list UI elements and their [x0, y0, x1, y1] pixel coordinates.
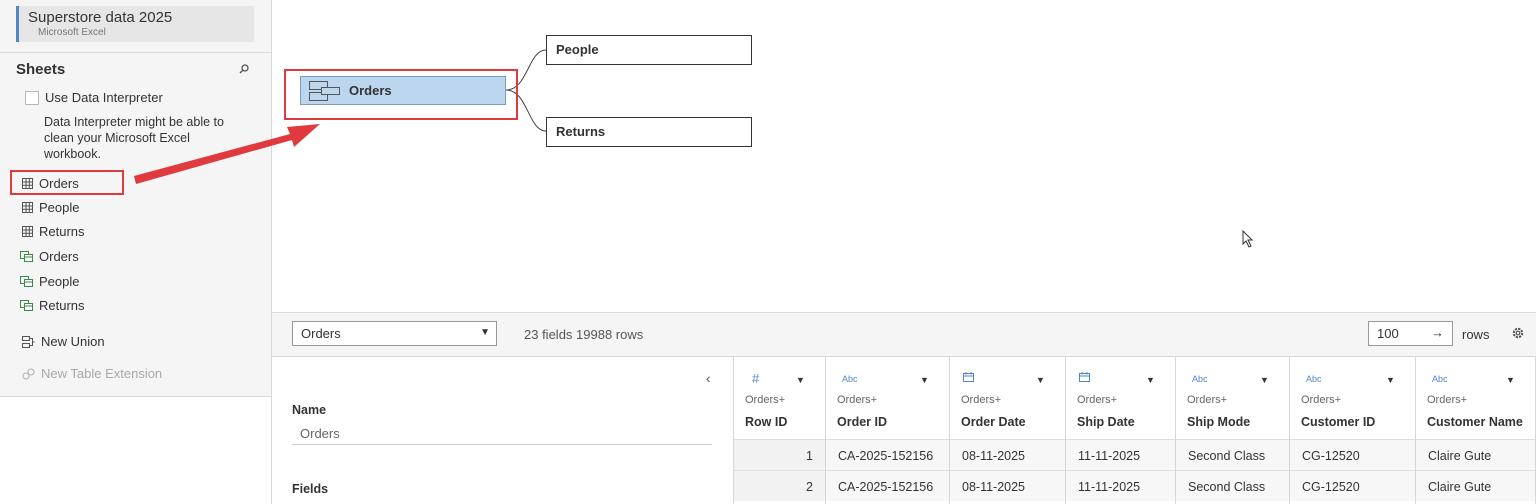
column-header[interactable]: ▼ Orders+ Order Date: [950, 357, 1065, 439]
table-cell: 1: [734, 439, 825, 470]
collapse-pane-icon[interactable]: ‹: [706, 370, 711, 386]
field-row-count: 23 fields 19988 rows: [524, 327, 644, 342]
table-cell: Second Class: [1176, 470, 1289, 501]
table-cell: CA-2025-152156: [826, 439, 949, 470]
table-cell: Second Class: [1176, 439, 1289, 470]
calendar-icon[interactable]: [963, 372, 974, 384]
mouse-cursor-icon: [1242, 230, 1254, 248]
column-name: Ship Mode: [1187, 415, 1251, 429]
rows-input[interactable]: 100 →: [1368, 321, 1453, 346]
table-cell: 11-11-2025: [1066, 439, 1175, 470]
column-source: Orders+: [1187, 394, 1228, 406]
arrow-right-icon[interactable]: →: [1431, 325, 1444, 340]
new-table-extension-label: New Table Extension: [41, 366, 163, 381]
divider: [292, 444, 712, 445]
rows-label: rows: [1462, 327, 1490, 342]
data-toolbar: Orders ▼ 23 fields 19988 rows 100 → rows: [272, 312, 1536, 357]
column-menu-icon[interactable]: ▼: [920, 375, 929, 385]
grid-border: [733, 357, 734, 504]
table-cell: 2: [734, 470, 825, 501]
column-header[interactable]: Abc ▼ Orders+ Customer Name: [1416, 357, 1535, 439]
column-name: Customer ID: [1301, 415, 1376, 429]
grid-column[interactable]: ▼ Orders+ Order Date 08-11-2025 08-11-2025: [950, 357, 1066, 504]
string-type-icon[interactable]: Abc: [842, 374, 858, 384]
table-extension-icon: [22, 368, 35, 379]
chevron-down-icon: ▼: [480, 327, 490, 338]
column-source: Orders+: [1077, 394, 1118, 406]
table-cell: Claire Gute: [1416, 439, 1535, 470]
sidebar-footer: [0, 396, 271, 504]
column-menu-icon[interactable]: ▼: [1146, 375, 1155, 385]
column-menu-icon[interactable]: ▼: [1386, 375, 1395, 385]
column-source: Orders+: [1301, 394, 1342, 406]
column-name: Customer Name: [1427, 415, 1523, 429]
canvas-table-returns[interactable]: Returns: [546, 117, 752, 147]
column-source: Orders+: [961, 394, 1002, 406]
canvas-table-label: Orders: [349, 83, 392, 98]
column-header[interactable]: Abc ▼ Orders+ Ship Mode: [1176, 357, 1289, 439]
table-cell: CG-12520: [1290, 470, 1415, 501]
string-type-icon[interactable]: Abc: [1432, 374, 1448, 384]
string-type-icon[interactable]: Abc: [1192, 374, 1208, 384]
table-cell: 08-11-2025: [950, 439, 1065, 470]
logical-table-icon: [309, 80, 340, 101]
grid-column[interactable]: Abc ▼ Orders+ Order ID CA-2025-152156 CA-2025…: [826, 357, 950, 504]
grid-column[interactable]: Abc ▼ Orders+ Ship Mode Second Class Second C…: [1176, 357, 1290, 504]
canvas-table-label: Returns: [556, 124, 606, 139]
table-cell: 11-11-2025: [1066, 470, 1175, 501]
column-name: Order Date: [961, 415, 1026, 429]
column-source: Orders+: [837, 394, 878, 406]
table-cell: CG-12520: [1290, 439, 1415, 470]
column-source: Orders+: [745, 394, 786, 406]
canvas-table-label: People: [556, 42, 599, 57]
grid-column[interactable]: # ▼ Orders+ Row ID 1 2: [734, 357, 826, 504]
column-name: Order ID: [837, 415, 888, 429]
table-cell: Claire Gute: [1416, 470, 1535, 501]
name-label: Name: [292, 403, 327, 417]
grid-column[interactable]: Abc ▼ Orders+ Customer ID CG-12520 CG-12520: [1290, 357, 1416, 504]
rows-input-value: 100: [1377, 326, 1399, 341]
column-menu-icon[interactable]: ▼: [796, 375, 805, 385]
number-type-icon[interactable]: #: [752, 371, 759, 386]
table-cell: CA-2025-152156: [826, 470, 949, 501]
column-menu-icon[interactable]: ▼: [1036, 375, 1045, 385]
relationship-lines: [134, 49, 547, 184]
column-source: Orders+: [1427, 394, 1468, 406]
column-menu-icon[interactable]: ▼: [1506, 375, 1515, 385]
data-grid: # ▼ Orders+ Row ID 1 2 Abc ▼ Orders+ Order ID CA-2…: [734, 357, 1536, 504]
canvas-table-people[interactable]: People: [546, 35, 752, 65]
grid-column[interactable]: ▼ Orders+ Ship Date 11-11-2025 11-11-2025: [1066, 357, 1176, 504]
new-union-button[interactable]: New Union: [22, 334, 105, 349]
table-select[interactable]: Orders ▼: [292, 321, 497, 346]
union-icon: [22, 335, 35, 348]
column-header[interactable]: ▼ Orders+ Ship Date: [1066, 357, 1175, 439]
table-cell: 08-11-2025: [950, 470, 1065, 501]
column-name: Ship Date: [1077, 415, 1135, 429]
column-menu-icon[interactable]: ▼: [1260, 375, 1269, 385]
grid-column[interactable]: Abc ▼ Orders+ Customer Name Claire Gute Clair…: [1416, 357, 1536, 504]
fields-label: Fields: [292, 482, 329, 496]
string-type-icon[interactable]: Abc: [1306, 374, 1322, 384]
name-input[interactable]: Orders: [300, 426, 340, 441]
column-header[interactable]: # ▼ Orders+ Row ID: [734, 357, 825, 439]
canvas-table-orders[interactable]: Orders: [300, 76, 506, 105]
annotation-arrow: [134, 124, 320, 184]
column-header[interactable]: Abc ▼ Orders+ Customer ID: [1290, 357, 1415, 439]
column-name: Row ID: [745, 415, 788, 429]
new-union-label: New Union: [41, 334, 105, 349]
gear-icon[interactable]: [1511, 326, 1525, 340]
table-select-value: Orders: [301, 326, 341, 341]
new-table-extension-button[interactable]: New Table Extension: [22, 366, 162, 381]
calendar-icon[interactable]: [1079, 372, 1090, 384]
column-header[interactable]: Abc ▼ Orders+ Order ID: [826, 357, 949, 439]
